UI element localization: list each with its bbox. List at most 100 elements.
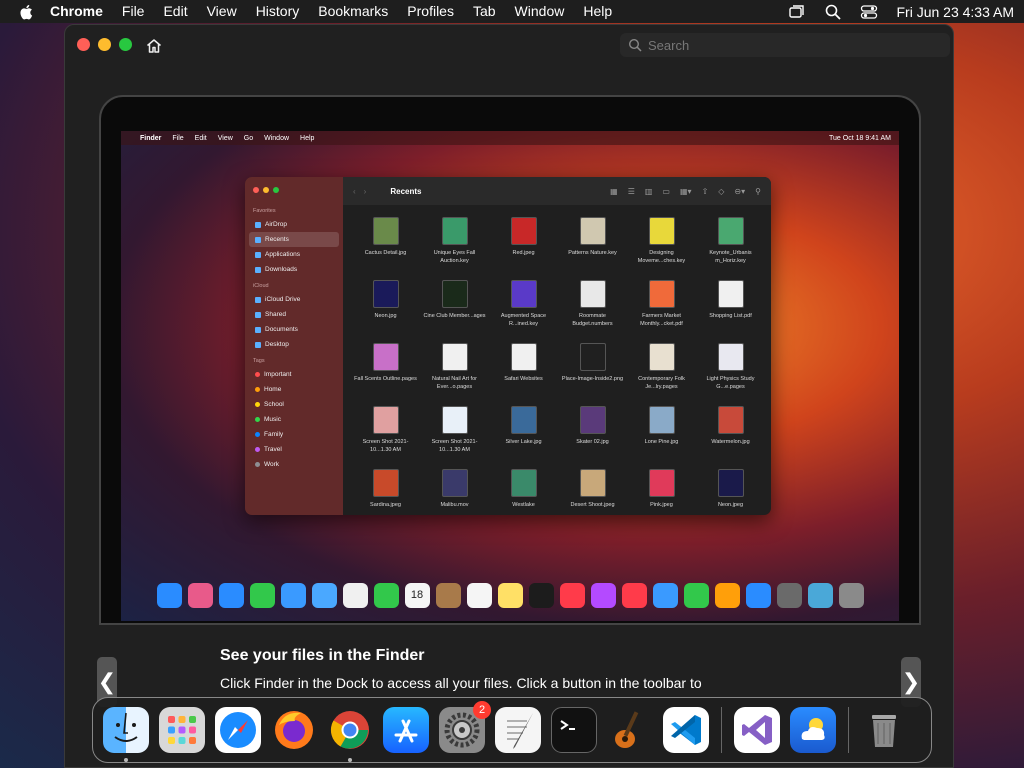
dock-firefox[interactable] xyxy=(271,707,317,753)
file-name: Farmers Market Monthly...cket.pdf xyxy=(640,313,683,327)
sidebar-item-documents: Documents xyxy=(245,322,343,337)
inner-dock-app-icon xyxy=(187,582,213,608)
file-thumbnail xyxy=(372,280,399,308)
dock-safari[interactable] xyxy=(215,707,261,753)
dock-garageband[interactable] xyxy=(607,707,653,753)
dock-trash[interactable] xyxy=(861,707,907,753)
file-thumbnail xyxy=(510,406,537,434)
inner-dock-app-icon xyxy=(776,582,802,608)
file-thumbnail xyxy=(579,406,606,434)
inner-dock-app-icon xyxy=(590,582,616,608)
tag-dot-icon xyxy=(255,417,260,422)
dock-chrome[interactable] xyxy=(327,707,373,762)
cloud-icon xyxy=(255,296,261,303)
inner-menu-view: View xyxy=(217,134,233,142)
sidebar-tag-label: Work xyxy=(264,461,280,468)
tag-list: Important Home School Music Family Travel Work xyxy=(245,367,343,472)
inner-dock-app-icon xyxy=(373,582,399,608)
spotlight-search-icon[interactable] xyxy=(824,3,842,21)
inner-menu-edit: Edit xyxy=(194,134,207,142)
window-controls xyxy=(77,38,132,51)
sidebar-item-label: Shared xyxy=(265,311,286,318)
file-thumbnail xyxy=(648,280,675,308)
inner-menu-go: Go xyxy=(243,134,254,142)
trash-icon xyxy=(872,715,896,747)
file-item: Shopping List.pdf xyxy=(696,280,765,343)
menu-profiles[interactable]: Profiles xyxy=(407,0,454,23)
dock-vscode[interactable] xyxy=(663,707,709,753)
file-thumbnail xyxy=(441,469,468,497)
search-field[interactable] xyxy=(620,33,950,57)
menu-view[interactable]: View xyxy=(207,0,237,23)
file-name: Screen Shot 2021-10...1.30 AM xyxy=(431,439,478,453)
tag-icon: ◇ xyxy=(718,186,725,196)
file-name: Neon.jpeg xyxy=(717,502,744,508)
window-switcher-icon[interactable] xyxy=(788,3,806,21)
inner-dock-app-icon xyxy=(652,582,678,608)
sidebar-item-downloads: Downloads xyxy=(245,262,343,277)
tag-dot-icon xyxy=(255,462,260,467)
dock-system-settings[interactable]: 2 xyxy=(439,701,491,753)
dock-textedit[interactable] xyxy=(495,707,541,753)
close-button[interactable] xyxy=(77,38,90,51)
menu-tab[interactable]: Tab xyxy=(473,0,496,23)
inner-dock-app-icon xyxy=(714,582,740,608)
inner-dock-app-icon xyxy=(745,582,771,608)
menu-edit[interactable]: Edit xyxy=(163,0,187,23)
file-name: Pink.jpeg xyxy=(650,502,673,508)
file-name: Patterns Nature.key xyxy=(568,250,617,256)
sidebar-item-label: Desktop xyxy=(265,341,289,348)
visual-studio-icon xyxy=(742,715,772,745)
menu-file[interactable]: File xyxy=(122,0,145,23)
menu-window[interactable]: Window xyxy=(515,0,565,23)
sidebar-item-label: Applications xyxy=(265,251,301,258)
launchpad-icon xyxy=(168,716,196,744)
file-name: Lone Pine.jpg xyxy=(644,439,679,445)
safari-icon xyxy=(220,712,256,748)
file-thumbnail xyxy=(717,406,744,434)
sidebar-tag-label: Music xyxy=(264,416,281,423)
sidebar-item-label: Downloads xyxy=(265,266,298,273)
dock-launchpad[interactable] xyxy=(159,707,205,753)
file-thumbnail xyxy=(441,406,468,434)
file-thumbnail xyxy=(372,217,399,245)
menu-clock[interactable]: Fri Jun 23 4:33 AM xyxy=(896,4,1014,20)
inner-dock-app-icon xyxy=(559,582,585,608)
tag-dot-icon xyxy=(255,432,260,437)
file-thumbnail xyxy=(648,406,675,434)
file-name: Shopping List.pdf xyxy=(709,313,752,319)
sidebar-tag-label: Important xyxy=(264,371,292,378)
dock-visual-studio[interactable] xyxy=(734,707,780,753)
file-item: Natural Nail Art for Ever...o.pages xyxy=(420,343,489,406)
menu-help[interactable]: Help xyxy=(583,0,612,23)
file-name: Red.jpeg xyxy=(512,250,535,256)
search-input[interactable] xyxy=(648,37,928,53)
file-item: Patterns Nature.key xyxy=(558,217,627,280)
minimize-button[interactable] xyxy=(98,38,111,51)
menu-bookmarks[interactable]: Bookmarks xyxy=(318,0,388,23)
sidebar-tag-item: Music xyxy=(245,412,343,427)
dock-weather[interactable] xyxy=(790,707,836,753)
dock-terminal[interactable] xyxy=(551,707,597,753)
inner-menu-clock: Tue Oct 18 9:41 AM xyxy=(829,134,891,142)
file-item: Screen Shot 2021-10...1.30 AM xyxy=(351,406,420,469)
macbook-illustration: Finder File Edit View Go Window Help Tue… xyxy=(99,95,921,625)
finder-minimize-button xyxy=(263,187,269,193)
file-name: Safari Websites xyxy=(504,376,543,382)
file-item: Contemporary Folk Je...lry.pages xyxy=(627,343,696,406)
notification-badge: 2 xyxy=(473,701,491,719)
maximize-button[interactable] xyxy=(119,38,132,51)
control-center-icon[interactable] xyxy=(860,3,878,21)
browser-window: Finder File Edit View Go Window Help Tue… xyxy=(64,24,954,768)
file-item: Malibu.mov xyxy=(420,469,489,515)
menu-history[interactable]: History xyxy=(256,0,300,23)
dock-finder[interactable] xyxy=(103,707,149,762)
apple-menu-icon[interactable] xyxy=(18,3,36,21)
sidebar-section-tags: Tags xyxy=(253,358,265,364)
dock-app-store[interactable] xyxy=(383,707,429,753)
menu-app-name[interactable]: Chrome xyxy=(50,0,103,23)
home-icon[interactable] xyxy=(145,37,163,55)
back-icon: ‹ xyxy=(353,186,356,196)
sidebar-item-shared: Shared xyxy=(245,307,343,322)
sidebar-item-icloud-drive: iCloud Drive xyxy=(245,292,343,307)
